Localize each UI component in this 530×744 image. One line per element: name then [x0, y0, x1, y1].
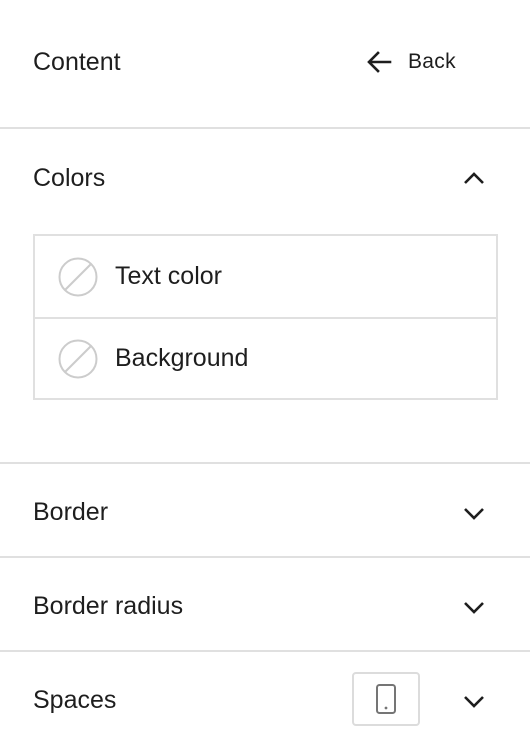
color-settings-list: Text color Background [33, 234, 498, 400]
background-color-label: Background [115, 344, 249, 372]
border-radius-panel[interactable]: Border radius [0, 558, 530, 652]
chevron-down-icon[interactable] [459, 686, 489, 716]
header-title: Content [33, 48, 121, 76]
chevron-down-icon[interactable] [459, 498, 489, 528]
spaces-panel[interactable]: Spaces [0, 652, 530, 744]
no-color-swatch-icon [58, 257, 98, 296]
back-label: Back [408, 50, 456, 73]
chevron-down-icon[interactable] [459, 592, 489, 622]
text-color-label: Text color [115, 262, 222, 290]
arrow-left-icon [367, 51, 392, 73]
border-radius-panel-title: Border radius [33, 592, 184, 620]
panel-header: Content Back [0, 0, 530, 129]
spaces-panel-title: Spaces [33, 686, 117, 714]
no-color-swatch-icon [58, 339, 98, 378]
device-preview-button[interactable] [352, 672, 420, 726]
chevron-up-icon[interactable] [459, 163, 489, 193]
colors-panel-title[interactable]: Colors [33, 163, 105, 193]
background-color-item[interactable]: Background [35, 318, 496, 399]
colors-panel: Colors Text color Background [0, 129, 530, 464]
mobile-device-icon [376, 684, 396, 714]
border-panel[interactable]: Border [0, 464, 530, 558]
text-color-item[interactable]: Text color [35, 236, 496, 319]
border-panel-title: Border [33, 498, 109, 526]
back-button[interactable]: Back [364, 44, 456, 80]
